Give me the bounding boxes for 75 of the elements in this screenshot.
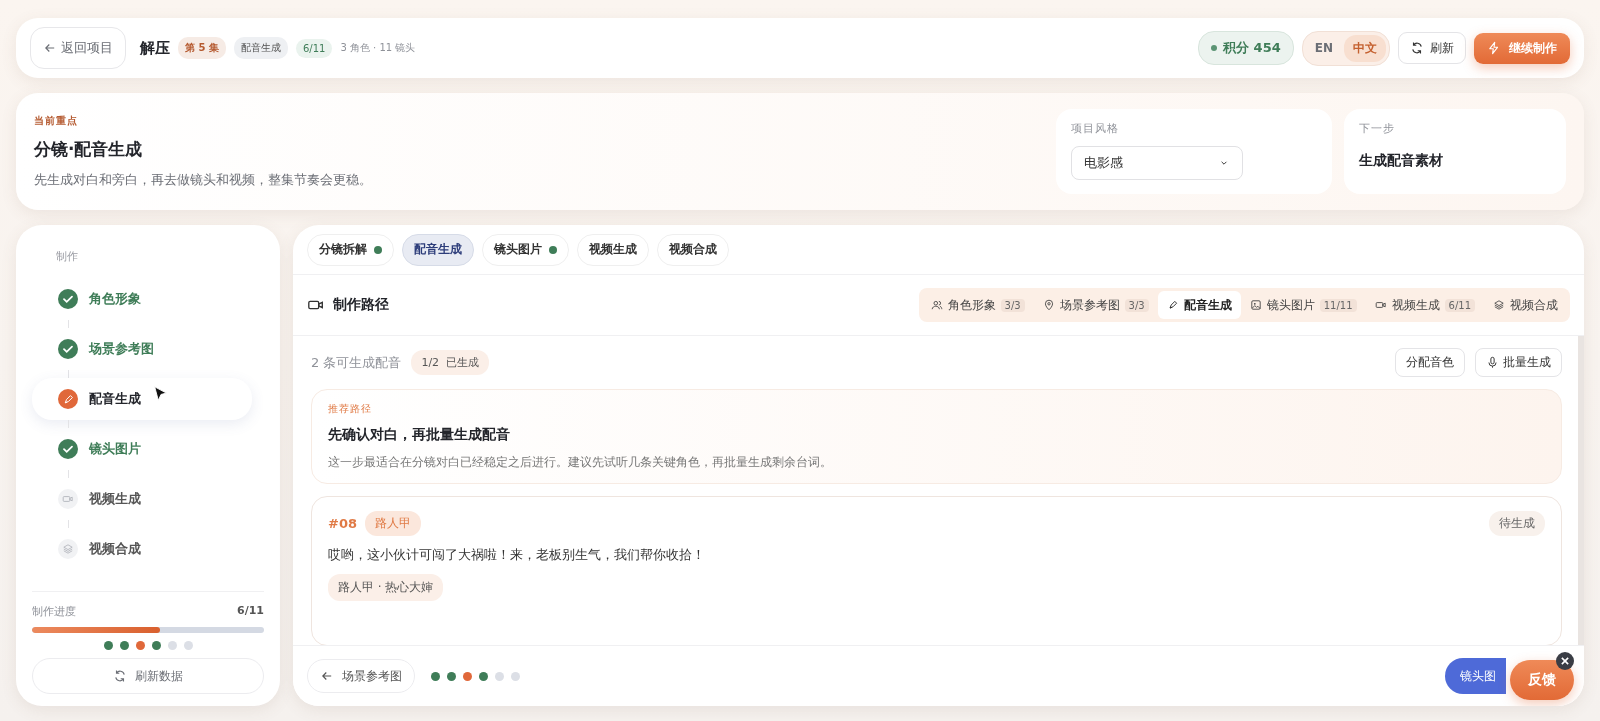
- status-dot-icon: [1211, 45, 1218, 51]
- sidebar-item[interactable]: 视频合成: [32, 528, 252, 570]
- path-step[interactable]: 配音生成: [1157, 291, 1241, 319]
- section-label: 当前重点: [34, 114, 79, 128]
- path-title: 制作路径: [333, 296, 389, 314]
- project-meta: 3 角色 · 11 镜头: [340, 41, 416, 55]
- line-number: #08: [328, 516, 357, 531]
- progress-label: 制作进度: [32, 604, 76, 619]
- tab[interactable]: 视频合成: [657, 233, 729, 266]
- tab[interactable]: 配音生成: [402, 233, 474, 266]
- lightning-icon: [1487, 41, 1501, 55]
- check-icon: [58, 289, 78, 309]
- video-camera-icon: [1374, 299, 1387, 311]
- sidebar-item[interactable]: 场景参考图: [32, 328, 252, 370]
- path-step[interactable]: 视频生成 6/11: [1365, 291, 1484, 319]
- pen-icon: [58, 389, 78, 409]
- section-label: 制作: [56, 249, 79, 264]
- language-option[interactable]: EN: [1305, 34, 1342, 62]
- episode-tag: 6/11: [295, 38, 333, 58]
- focus-title: 分镜·配音生成: [34, 138, 144, 161]
- refresh-icon: [113, 669, 127, 683]
- tab[interactable]: 镜头图片: [482, 233, 569, 266]
- next-step-text: 生成配音素材: [1359, 152, 1444, 170]
- field-label: 项目风格: [1071, 121, 1120, 136]
- path-step[interactable]: 角色形象 3/3: [921, 291, 1034, 319]
- pen-icon: [1166, 299, 1179, 311]
- progress-count: 6/11: [237, 604, 264, 619]
- path-step[interactable]: 场景参考图 3/3: [1033, 291, 1158, 319]
- check-icon: [58, 439, 78, 459]
- generated-badge: 1/2 已生成: [411, 350, 490, 375]
- done-dot-icon: [374, 245, 382, 254]
- focus-description: 先生成对白和旁白，再去做镜头和视频，整集节奏会更稳。: [34, 171, 373, 189]
- tip-title: 先确认对白，再批量生成配音: [328, 426, 511, 444]
- arrow-left-icon: [320, 669, 334, 683]
- episode-tag: 第 5 集: [178, 37, 226, 59]
- path-step[interactable]: 镜头图片 11/11: [1240, 291, 1366, 319]
- voice-tag: 路人甲 · 热心大婶: [328, 574, 444, 601]
- next-step-button[interactable]: 镜头图: [1445, 658, 1506, 694]
- refresh-data-button[interactable]: 刷新数据: [32, 658, 264, 694]
- section-label: 推荐路径: [328, 402, 373, 416]
- episode-tag: 配音生成: [233, 37, 288, 59]
- location-pin-icon: [1042, 299, 1055, 311]
- refresh-button[interactable]: 刷新: [1398, 32, 1466, 64]
- sidebar-item[interactable]: 角色形象: [32, 278, 252, 320]
- tab[interactable]: 分镜拆解: [307, 233, 394, 266]
- image-icon: [1249, 299, 1262, 311]
- style-dropdown[interactable]: 电影感: [1071, 146, 1243, 180]
- summary-text: 2 条可生成配音: [311, 353, 402, 372]
- path-step[interactable]: 视频合成: [1484, 291, 1567, 319]
- previous-step-button[interactable]: 场景参考图: [307, 659, 415, 693]
- action-button[interactable]: 批量生成: [1475, 348, 1562, 377]
- action-button[interactable]: 分配音色: [1395, 348, 1465, 377]
- sidebar-item[interactable]: 配音生成: [32, 378, 252, 420]
- field-label: 下一步: [1359, 121, 1396, 136]
- video-camera-icon: [62, 493, 74, 505]
- check-icon: [58, 339, 78, 359]
- sidebar-item[interactable]: 视频生成: [32, 478, 252, 520]
- mouse-cursor-icon: [152, 385, 170, 403]
- project-title: 解压: [140, 38, 170, 58]
- layers-icon: [62, 543, 74, 555]
- points-badge: 积分 454: [1198, 31, 1294, 65]
- speaker-tag: 路人甲: [365, 511, 421, 536]
- microphone-icon: [1486, 356, 1499, 369]
- close-icon[interactable]: [1556, 652, 1574, 670]
- person-icon: [930, 299, 943, 311]
- sidebar-item[interactable]: 镜头图片: [32, 428, 252, 470]
- refresh-icon: [1410, 41, 1424, 55]
- done-dot-icon: [549, 245, 557, 254]
- dialogue-text: 哎哟，这小伙计可闯了大祸啦！来，老板别生气，我们帮你收拾！: [328, 546, 705, 564]
- tab[interactable]: 视频生成: [577, 233, 649, 266]
- layers-icon: [1493, 299, 1505, 311]
- back-button[interactable]: 返回项目: [30, 27, 126, 69]
- arrow-left-icon: [43, 41, 57, 55]
- tip-text: 这一步最适合在分镜对白已经稳定之后进行。建议先试听几条关键角色，再批量生成剩余台词。: [328, 454, 833, 471]
- status-tag: 待生成: [1489, 511, 1545, 536]
